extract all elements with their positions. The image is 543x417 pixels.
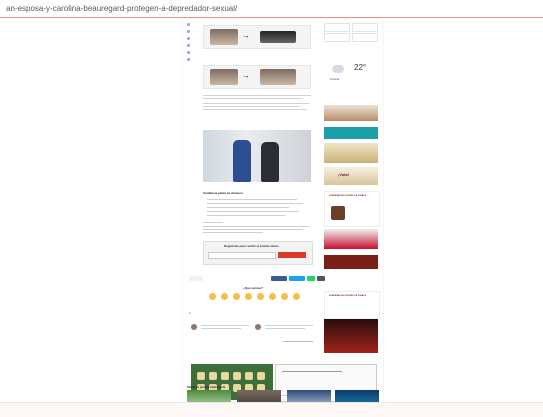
comments-link[interactable]: ● xyxy=(189,311,191,315)
browser-url-bar[interactable]: an-esposa-y-carolina-beauregard-protegen… xyxy=(0,0,543,18)
paragraph-line xyxy=(203,232,263,233)
arrow-icon: → xyxy=(242,71,250,80)
page-bottom-strip xyxy=(0,402,543,417)
web-page: → → Cambia la pauta en Amazon Regístrate… xyxy=(183,19,383,414)
sidebar-ad[interactable] xyxy=(324,105,378,121)
weather-temperature: 22° xyxy=(354,63,367,72)
newsletter-email-input[interactable] xyxy=(208,252,276,259)
bullet-line xyxy=(207,199,297,200)
share-icon[interactable] xyxy=(187,30,190,33)
reactions-title: ¿Qué opinas? xyxy=(243,286,264,290)
person-image xyxy=(260,69,296,85)
weather-city: Puebla xyxy=(330,77,340,81)
facebook-share-button[interactable] xyxy=(271,276,287,281)
person-figure xyxy=(261,142,279,182)
sidebar-ad[interactable]: GOBERNAD DEL ESTADO DE PUEBLA xyxy=(324,291,380,319)
share-sidebar xyxy=(185,23,193,65)
twitter-share-button[interactable] xyxy=(289,276,305,281)
news-card[interactable] xyxy=(352,23,378,32)
sidebar-ad[interactable] xyxy=(324,143,378,163)
banner-tile xyxy=(257,372,265,380)
whatsapp-share-button[interactable] xyxy=(307,276,315,281)
news-card[interactable] xyxy=(324,33,350,42)
cloud-icon xyxy=(332,65,344,73)
reaction-emoji-icon[interactable] xyxy=(257,293,264,300)
bullet-line xyxy=(207,203,303,204)
banner-tile xyxy=(233,372,241,380)
device-image xyxy=(260,31,296,43)
paragraph-line xyxy=(203,106,299,107)
related-article-line[interactable] xyxy=(201,325,249,326)
paragraph-line xyxy=(203,229,303,230)
share-buttons xyxy=(189,276,329,282)
bullet-line xyxy=(207,207,289,208)
sidebar-ad[interactable] xyxy=(324,229,378,249)
newsletter-subscribe-button[interactable] xyxy=(278,252,306,258)
ad-title: GOBERNAD DEL ESTADO DE PUEBLA xyxy=(329,295,367,297)
share-icon[interactable] xyxy=(187,23,190,26)
promo-card-line xyxy=(282,371,342,372)
more-articles-title: También podría interesarte xyxy=(187,385,226,389)
url-text[interactable]: an-esposa-y-carolina-beauregard-protegen… xyxy=(6,4,237,13)
related-article-line[interactable] xyxy=(265,328,305,329)
share-button[interactable] xyxy=(189,276,203,281)
article-figure: → xyxy=(203,65,311,89)
paragraph-line xyxy=(203,109,307,110)
reaction-emoji-icon[interactable] xyxy=(245,293,252,300)
share-icon[interactable] xyxy=(187,37,190,40)
reaction-emoji-icon[interactable] xyxy=(233,293,240,300)
paragraph-line xyxy=(203,222,223,223)
paragraph-line xyxy=(203,98,303,99)
person-figure xyxy=(233,140,251,182)
banner-tile xyxy=(209,372,217,380)
sidebar-ad[interactable] xyxy=(324,127,378,139)
newsletter-box: Regístrate para recibir el boletín diari… xyxy=(203,241,313,265)
ad-title: GOBERNAD DEL ESTADO DE PUEBLA xyxy=(329,195,367,197)
sidebar-ad[interactable] xyxy=(324,319,378,353)
reaction-emoji-icon[interactable] xyxy=(281,293,288,300)
sidebar-ad[interactable] xyxy=(324,255,378,269)
comment-icon: ● xyxy=(189,311,191,315)
paragraph-line xyxy=(203,95,311,96)
arrow-icon: → xyxy=(242,31,250,40)
reaction-emoji-icon[interactable] xyxy=(209,293,216,300)
related-thumbnail[interactable] xyxy=(255,324,261,330)
sidebar-ad[interactable]: ¡Vota! xyxy=(324,167,378,185)
share-icon[interactable] xyxy=(187,51,190,54)
share-icon[interactable] xyxy=(187,58,190,61)
related-thumbnail[interactable] xyxy=(191,324,197,330)
email-share-button[interactable] xyxy=(317,276,325,281)
news-card[interactable] xyxy=(324,23,350,32)
reaction-emoji-icon[interactable] xyxy=(221,293,228,300)
banner-tile xyxy=(221,372,229,380)
article-figure: → xyxy=(203,25,311,49)
bullet-line xyxy=(207,211,299,212)
ad-text: ¡Vota! xyxy=(338,172,350,177)
newsletter-title: Regístrate para recibir el boletín diari… xyxy=(224,244,279,248)
ad-logo xyxy=(331,206,345,220)
article-photo xyxy=(203,130,311,182)
share-icon[interactable] xyxy=(187,44,190,47)
news-card[interactable] xyxy=(352,33,378,42)
reaction-emoji-icon[interactable] xyxy=(293,293,300,300)
reaction-emoji-icon[interactable] xyxy=(269,293,276,300)
sidebar-ad[interactable]: GOBERNAD DEL ESTADO DE PUEBLA xyxy=(324,191,380,227)
person-image xyxy=(210,69,238,85)
paragraph-line xyxy=(203,103,309,104)
bullet-line xyxy=(207,215,285,216)
related-article-line[interactable] xyxy=(201,328,241,329)
person-image xyxy=(210,29,238,45)
url-underline xyxy=(0,17,543,18)
load-more-button[interactable] xyxy=(283,341,313,342)
banner-tile xyxy=(197,372,205,380)
section-heading: Cambia la pauta en Amazon xyxy=(203,191,243,195)
banner-tile xyxy=(245,372,253,380)
related-article-line[interactable] xyxy=(265,325,313,326)
paragraph-line xyxy=(203,226,309,227)
